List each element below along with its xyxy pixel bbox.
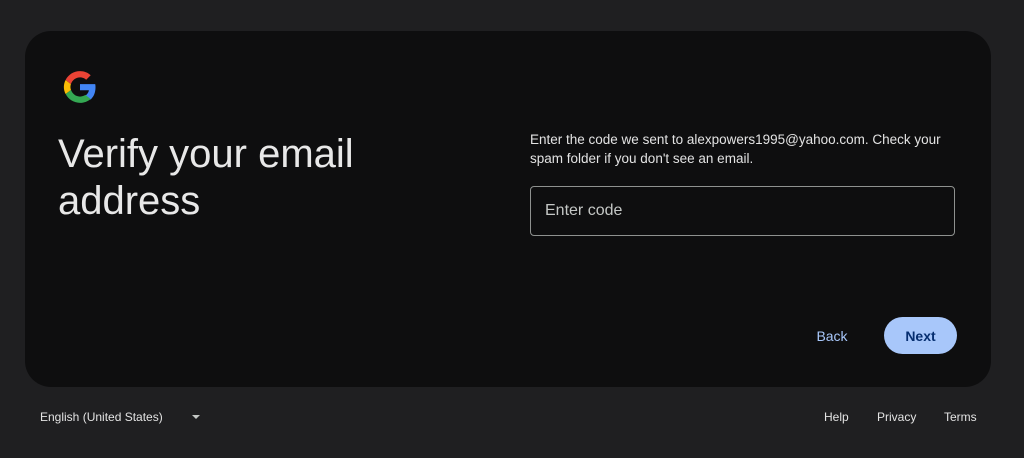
language-selector[interactable]: English (United States) — [40, 410, 200, 424]
google-logo-icon — [63, 71, 96, 103]
next-button[interactable]: Next — [884, 317, 957, 354]
code-field[interactable] — [530, 186, 955, 236]
privacy-link[interactable]: Privacy — [877, 410, 916, 424]
code-input[interactable] — [531, 187, 954, 235]
verify-card: Verify your email address Enter the code… — [25, 31, 991, 387]
page-title: Verify your email address — [58, 132, 354, 223]
footer: English (United States) Help Privacy Ter… — [0, 404, 1024, 430]
help-link[interactable]: Help — [824, 410, 849, 424]
back-button[interactable]: Back — [805, 318, 859, 354]
page: Verify your email address Enter the code… — [0, 0, 1024, 458]
dropdown-caret-icon — [191, 415, 200, 419]
instruction-text: Enter the code we sent to alexpowers1995… — [530, 132, 941, 166]
language-label: English (United States) — [40, 410, 163, 424]
terms-link[interactable]: Terms — [944, 410, 977, 424]
